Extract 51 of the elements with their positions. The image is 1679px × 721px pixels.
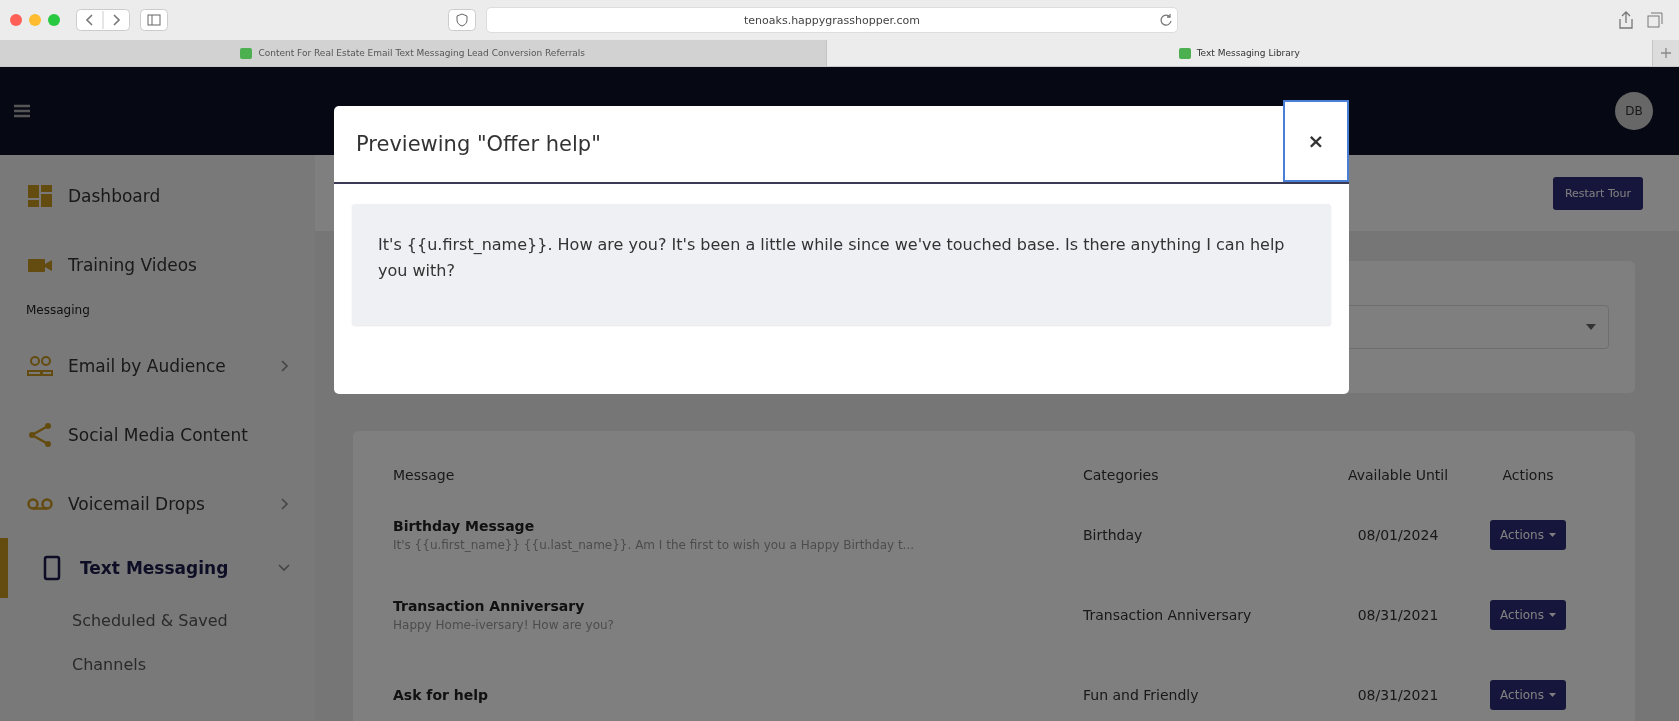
close-button[interactable]: ×	[1283, 100, 1349, 182]
close-window-icon[interactable]	[10, 14, 22, 26]
sidebar-subitem[interactable]: Scheduled & Saved	[0, 598, 315, 642]
message-text: It's {{u.first_name}}. How are you? It's been a little while since we've touched base. Is there anything I can help you with?	[378, 235, 1285, 281]
column-header: Categories	[1083, 467, 1160, 483]
section-heading: Messaging	[25, 302, 91, 319]
favicon-icon	[1178, 47, 1191, 59]
sidebar-item[interactable]: Dashboard	[0, 161, 315, 230]
actions-button[interactable]: Actions	[1490, 600, 1566, 630]
new-tab-icon[interactable]	[1659, 46, 1673, 60]
message-title: Transaction Anniversary	[393, 598, 586, 614]
privacy-shield-icon[interactable]	[448, 9, 476, 31]
date-cell-text: 08/31/2021	[1356, 607, 1440, 623]
minimize-window-icon[interactable]	[29, 14, 41, 26]
category-cell-text: Transaction Anniversary	[1083, 607, 1253, 623]
actions-button[interactable]: Actions	[1490, 520, 1566, 550]
back-forward-icon[interactable]	[76, 9, 130, 31]
restart-tour-button[interactable]: Restart Tour	[1552, 176, 1643, 210]
caret-icon	[1548, 613, 1556, 617]
zoom-window-icon[interactable]	[48, 14, 60, 26]
reload-icon[interactable]	[1158, 12, 1174, 28]
share-nodes-icon	[26, 421, 54, 448]
category-cell-text: Birthday	[1083, 527, 1144, 543]
browser-tab[interactable]: Text Messaging Library	[826, 40, 1653, 66]
sidebar-item[interactable]: Social Media Content	[0, 400, 315, 469]
date-cell-text: 08/01/2024	[1356, 527, 1440, 543]
column-header: Message	[393, 467, 456, 483]
dashboard-icon	[26, 182, 54, 209]
share-icon[interactable]	[1617, 10, 1635, 30]
tabs-overview-icon[interactable]	[1645, 10, 1665, 30]
menu-icon[interactable]	[12, 103, 32, 119]
caret-icon	[1548, 693, 1556, 697]
date-cell-text: 08/31/2021	[1356, 687, 1440, 703]
message-title: Birthday Message	[393, 518, 536, 534]
sidebar-subitem[interactable]: Channels	[0, 642, 315, 686]
favicon-icon	[240, 47, 253, 59]
sidebar-item[interactable]: Voicemail Drops	[0, 469, 315, 538]
browser-tab[interactable]: Content For Real Estate Email Text Messaging Lead Conversion Referrals	[0, 40, 827, 66]
category-cell-text: Fun and Friendly	[1083, 687, 1200, 703]
sidebar-item[interactable]: Training Videos	[0, 230, 315, 299]
actions-button[interactable]: Actions	[1490, 680, 1566, 710]
caret-icon	[1548, 533, 1556, 537]
column-header: Actions	[1501, 467, 1555, 483]
message-title: Ask for help	[393, 687, 490, 703]
sidebar-toggle-icon[interactable]	[140, 9, 168, 31]
caret-icon	[1586, 324, 1596, 330]
column-header: Available Until	[1346, 467, 1450, 483]
dialog-title: Previewing "Offer help"	[355, 132, 602, 156]
address-bar[interactable]: tenoaks.happygrasshopper.com	[486, 7, 1178, 33]
user-avatar[interactable]: DB	[1615, 92, 1653, 130]
sidebar-item[interactable]: Email by Audience	[0, 331, 315, 400]
